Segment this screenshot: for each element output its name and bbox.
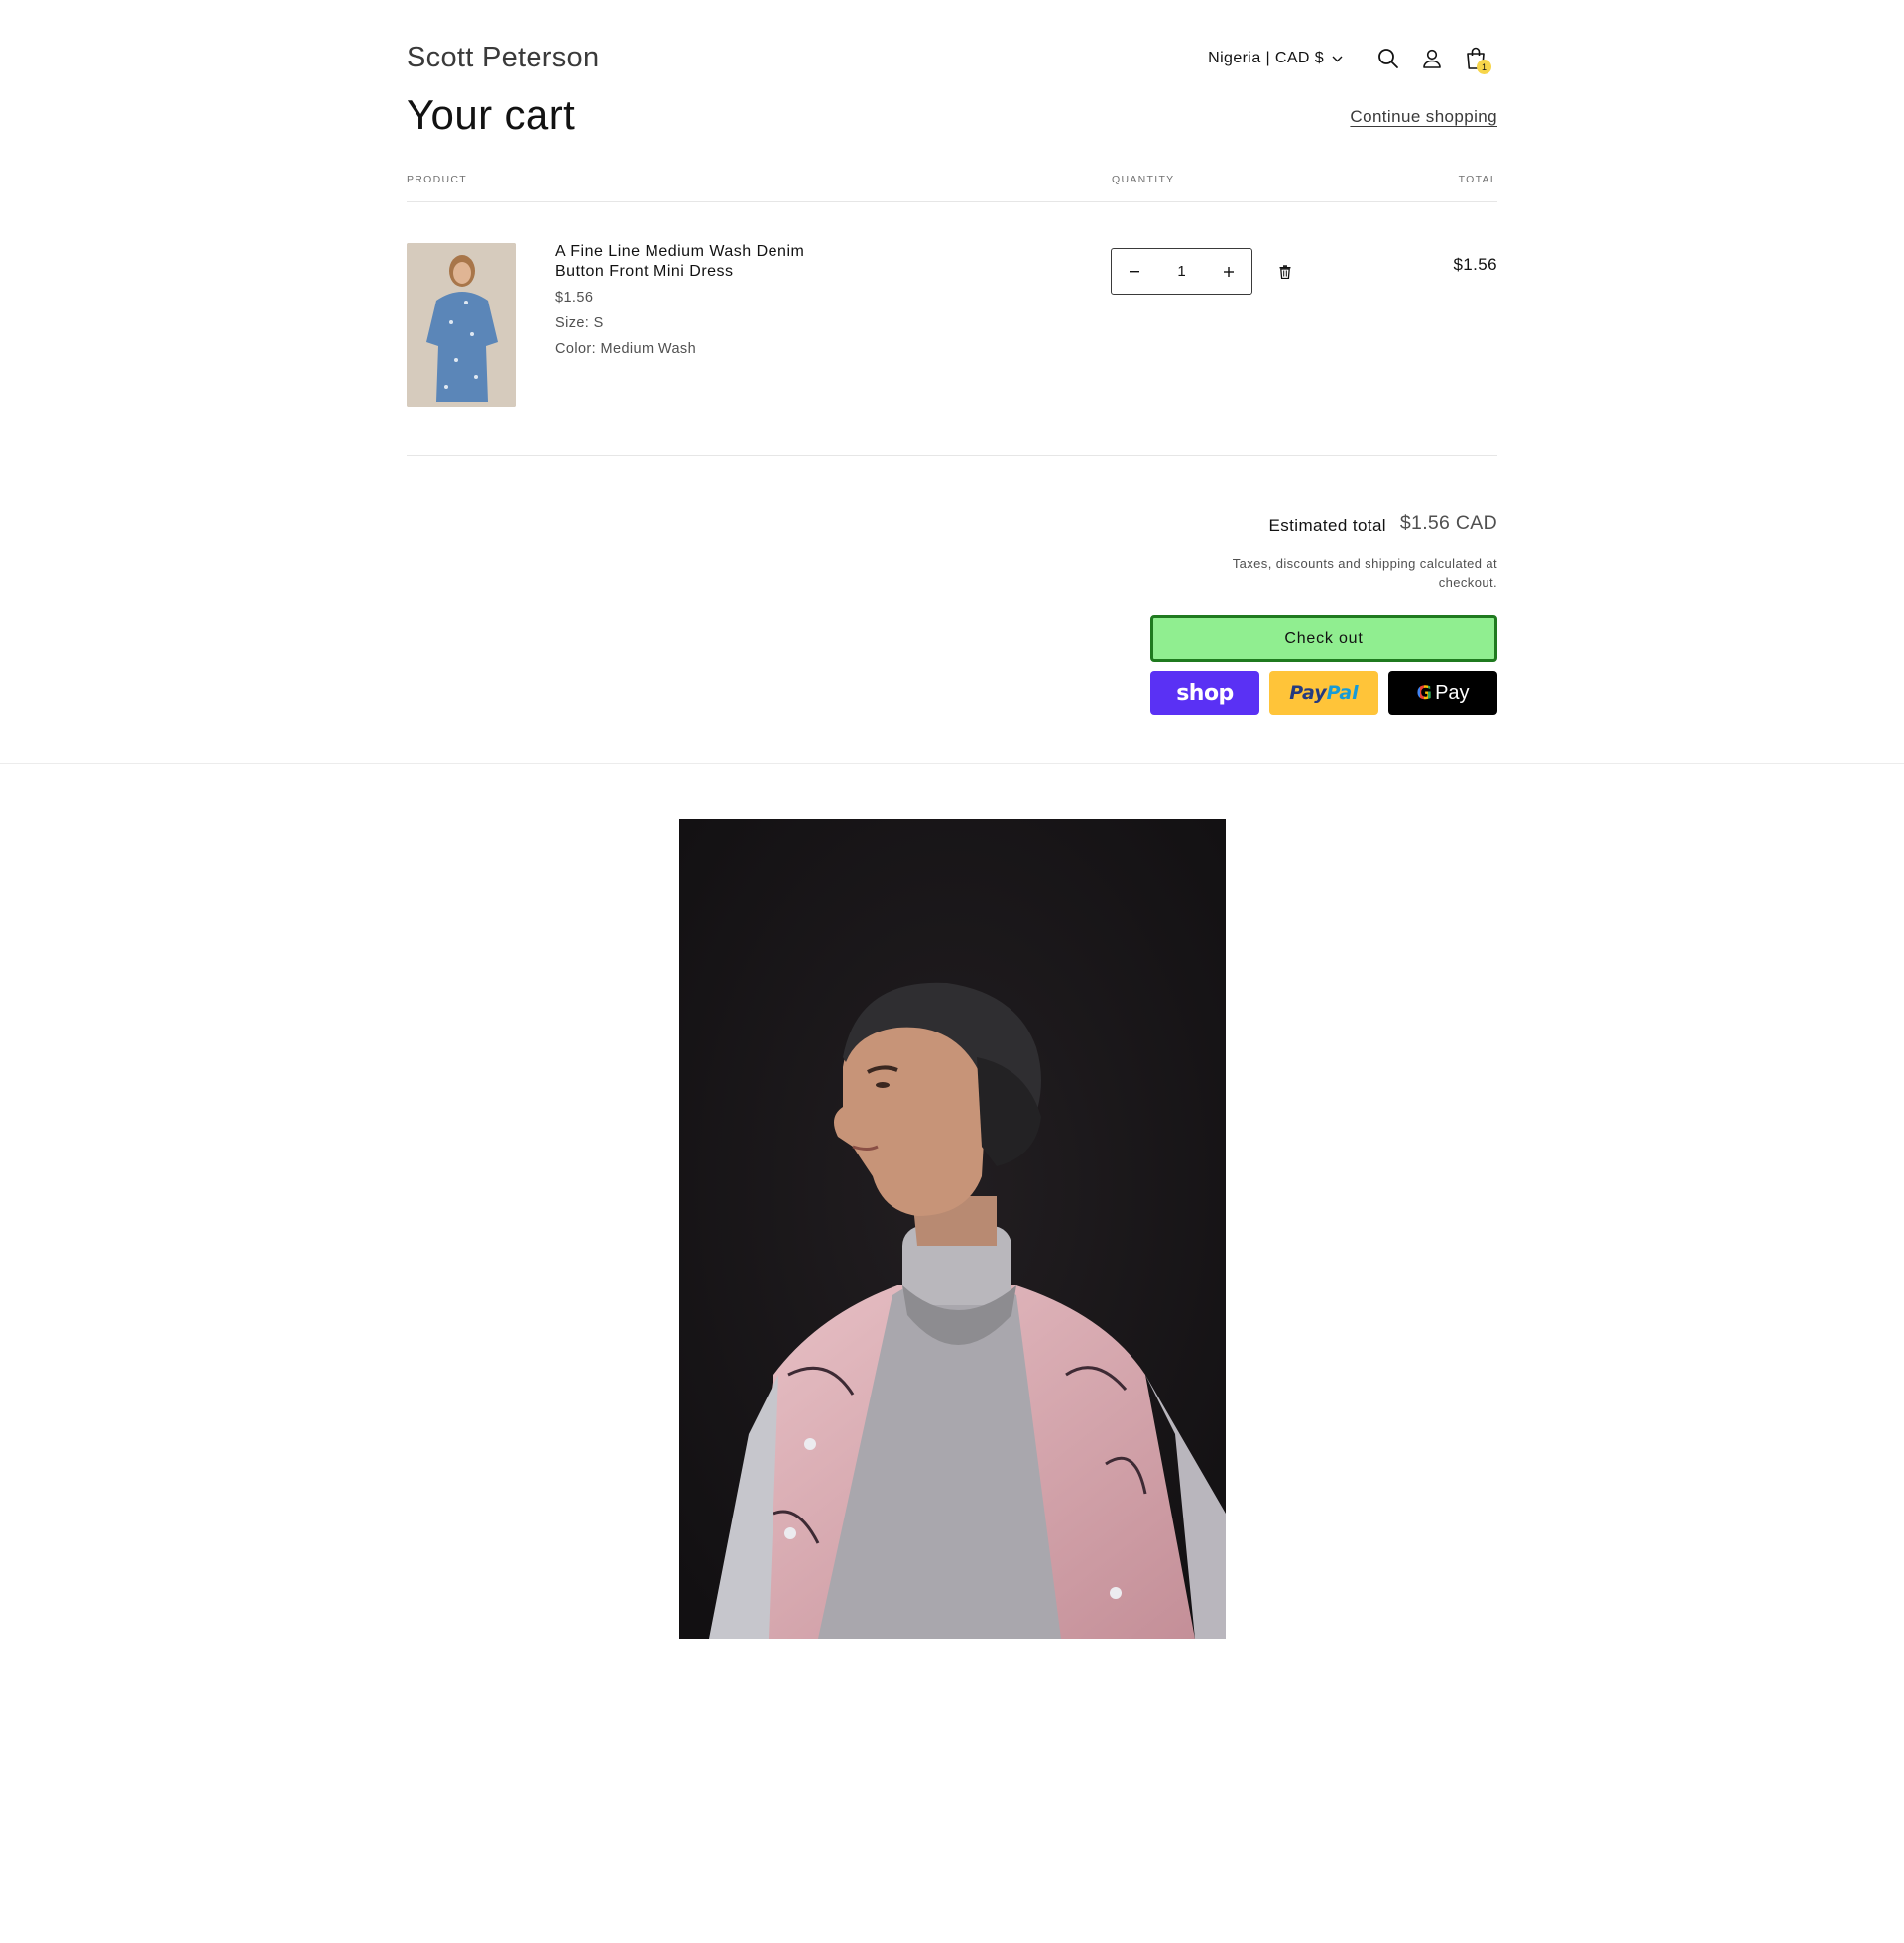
search-icon: [1378, 49, 1398, 68]
cart-count-badge: 1: [1477, 60, 1491, 74]
account-button[interactable]: [1410, 37, 1454, 80]
product-color: Color: Medium Wash: [555, 341, 697, 357]
product-photo: [407, 243, 516, 407]
product-size: Size: S: [555, 315, 604, 331]
header-actions: Nigeria | CAD $ 1: [1208, 44, 1497, 74]
plus-icon: [1224, 266, 1234, 277]
store-logo-text[interactable]: Scott Peterson: [407, 42, 599, 74]
chevron-down-icon: [1332, 56, 1343, 61]
estimated-total-label: Estimated total: [1268, 516, 1386, 535]
featured-portrait-image: [679, 819, 1226, 1639]
divider: [407, 201, 1497, 202]
column-header-product: PRODUCT: [407, 174, 468, 185]
continue-shopping-link[interactable]: Continue shopping: [1350, 107, 1497, 127]
paypal-button[interactable]: Pay Pal: [1269, 671, 1378, 715]
accelerated-checkout-buttons: shop Pay Pal G Pay: [1150, 671, 1497, 715]
tax-note: Taxes, discounts and shipping calculated…: [1232, 556, 1497, 590]
minus-icon: [1130, 270, 1139, 272]
divider: [407, 455, 1497, 456]
increase-quantity-button[interactable]: [1206, 249, 1251, 294]
trash-icon: [1279, 265, 1291, 279]
remove-item-button[interactable]: [1274, 261, 1296, 283]
checkout-button[interactable]: Check out: [1150, 615, 1497, 662]
locale-selector[interactable]: Nigeria | CAD $: [1208, 50, 1343, 67]
google-g-icon: G: [1416, 682, 1433, 704]
product-unit-price: $1.56: [555, 290, 594, 305]
portrait-photo: [679, 819, 1226, 1639]
product-thumbnail[interactable]: [407, 243, 516, 407]
estimated-total-value: $1.56 CAD: [1399, 512, 1497, 534]
paypal-logo-pay: Pay: [1289, 682, 1327, 704]
search-button[interactable]: [1367, 37, 1410, 80]
cart-button[interactable]: 1: [1454, 37, 1497, 80]
shop-pay-logo: shop: [1176, 680, 1234, 706]
decrease-quantity-button[interactable]: [1112, 249, 1157, 294]
google-pay-button[interactable]: G Pay: [1388, 671, 1497, 715]
page-title: Your cart: [407, 91, 576, 138]
user-icon: [1423, 49, 1441, 68]
product-name-link[interactable]: A Fine Line Medium Wash Denim Button Fro…: [555, 242, 823, 282]
paypal-logo-pal: Pal: [1326, 682, 1359, 704]
google-pay-label: Pay: [1435, 681, 1470, 704]
section-divider: [0, 763, 1904, 764]
column-header-quantity: QUANTITY: [1112, 174, 1175, 185]
line-item-total: $1.56: [1453, 255, 1497, 274]
locale-label: Nigeria | CAD $: [1208, 50, 1324, 66]
quantity-input[interactable]: [1161, 263, 1202, 280]
quantity-stepper: [1111, 248, 1252, 295]
shop-pay-button[interactable]: shop: [1150, 671, 1259, 715]
column-header-total: TOTAL: [1458, 174, 1497, 185]
